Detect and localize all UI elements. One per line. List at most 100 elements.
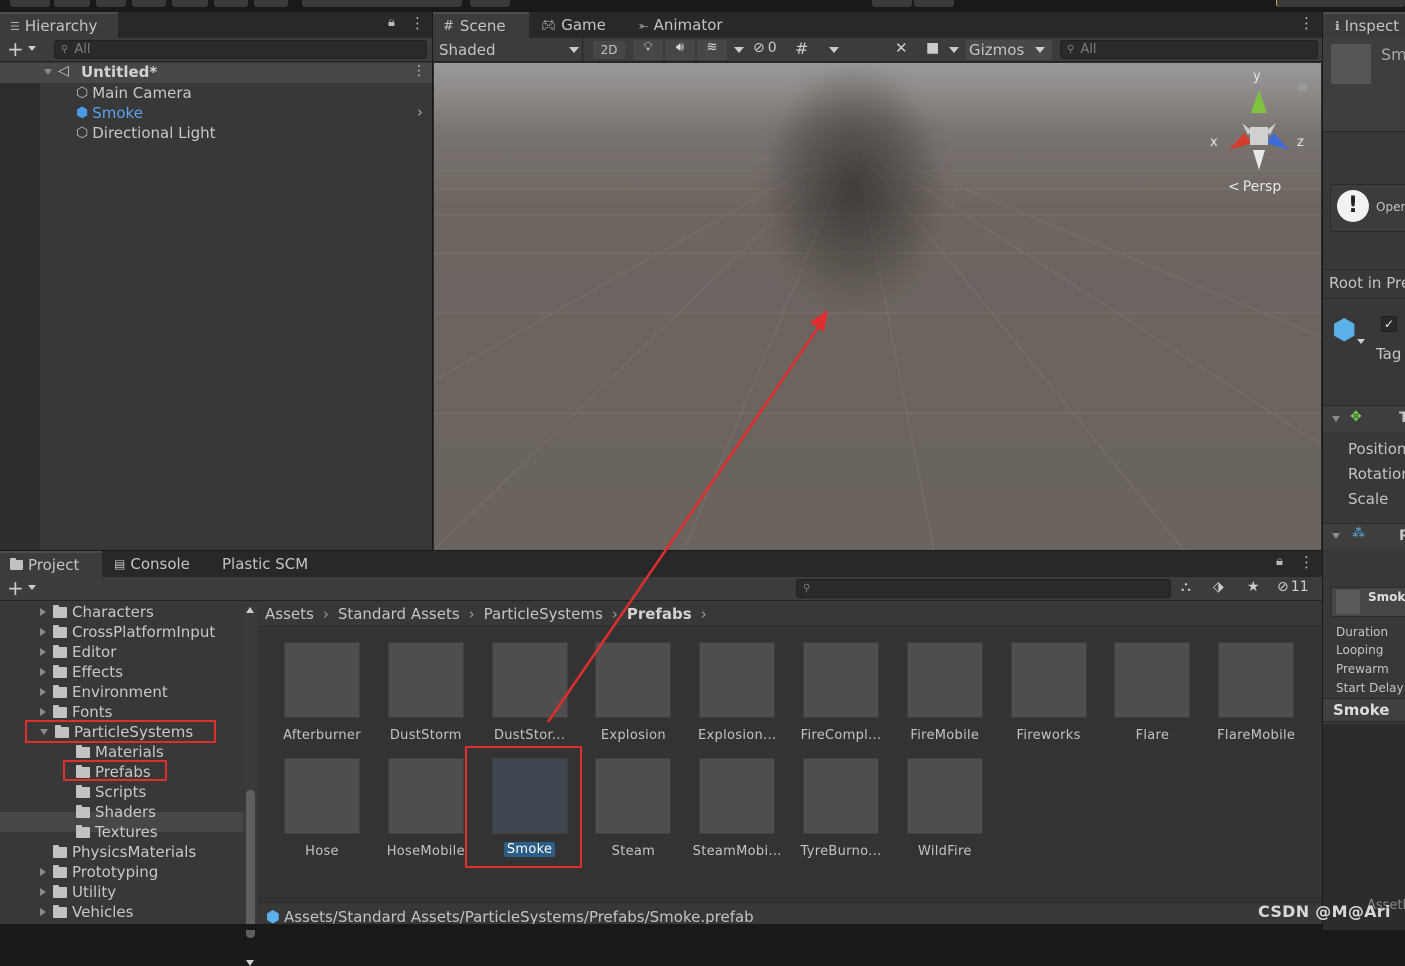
expand-arrow-icon[interactable] [1332, 416, 1340, 422]
tab-hierarchy[interactable]: ☰ Hierarchy [0, 12, 118, 38]
folder-item-prototyping[interactable]: Prototyping [40, 862, 158, 882]
folder-item-scripts[interactable]: Scripts [76, 782, 146, 802]
scrollbar[interactable] [244, 602, 257, 966]
gizmos-dropdown[interactable]: Gizmos [966, 40, 1052, 60]
expand-arrow-icon[interactable] [40, 628, 46, 636]
asset-item-hose[interactable]: Hose [274, 758, 370, 859]
create-icon[interactable]: + [7, 577, 24, 599]
scrollbar-thumb[interactable] [246, 790, 255, 938]
asset-item-duststorm[interactable]: DustStorm [378, 642, 474, 743]
expand-arrow-icon[interactable] [40, 688, 46, 696]
hierarchy-item-directional-light[interactable]: ⬡ Directional Light [76, 123, 216, 143]
shading-mode-dropdown[interactable]: Shaded [433, 38, 583, 61]
projection-toggle[interactable]: < Persp [1228, 179, 1281, 195]
breadcrumb-standard-assets[interactable]: Standard Assets [338, 605, 460, 623]
audio-toggle-icon[interactable]: 🔊︎ [665, 40, 695, 60]
breadcrumb-assets[interactable]: Assets [265, 605, 314, 623]
scroll-up-icon[interactable] [246, 607, 254, 613]
hierarchy-item-main-camera[interactable]: ⬡ Main Camera [76, 83, 192, 103]
folder-item-vehicles[interactable]: Vehicles [40, 902, 133, 922]
camera-icon[interactable]: ■ [926, 40, 939, 56]
breadcrumb-particlesystems[interactable]: ParticleSystems [484, 605, 603, 623]
chevron-down-icon[interactable] [829, 47, 839, 53]
hierarchy-item-smoke[interactable]: ⬢ Smoke [76, 103, 143, 123]
kebab-menu-icon[interactable]: ⋮ [1299, 14, 1314, 32]
scene-menu-icon[interactable]: ⋮ [412, 63, 426, 79]
kebab-menu-icon[interactable]: ⋮ [1299, 553, 1314, 571]
hidden-packages-toggle[interactable]: ⊘ 11 [1277, 579, 1309, 595]
asset-item-explosion[interactable]: Explosion [585, 642, 681, 743]
folder-item-fonts[interactable]: Fonts [40, 702, 112, 722]
asset-item-wildfire[interactable]: WildFire [897, 758, 993, 859]
lock-icon[interactable]: 🔒︎ [388, 15, 395, 30]
scroll-down-icon[interactable] [246, 960, 254, 966]
chevron-right-icon[interactable]: › [417, 103, 423, 121]
asset-item-fireworks[interactable]: Fireworks [1001, 642, 1097, 743]
asset-item-hosemobile[interactable]: HoseMobile [378, 758, 474, 859]
project-search-input[interactable]: ⚲ [796, 579, 1171, 598]
chevron-down-icon[interactable] [28, 46, 36, 51]
search-by-type-icon[interactable]: ⛬ [1181, 579, 1191, 595]
expand-arrow-icon[interactable] [40, 608, 46, 616]
tab-inspector[interactable]: ℹ Inspect [1323, 12, 1405, 38]
grid-snap-icon[interactable]: # [795, 39, 808, 58]
chevron-down-icon[interactable] [734, 47, 744, 53]
asset-item-firecompl[interactable]: FireCompl... [793, 642, 889, 743]
effects-toggle-icon[interactable]: ≋ [697, 40, 727, 60]
tab-console[interactable]: ▤ Console [104, 551, 200, 577]
chevron-down-icon[interactable] [1357, 339, 1365, 344]
scene-row[interactable]: ◁ Untitled* ⋮ [0, 63, 432, 83]
expand-arrow-icon[interactable] [40, 708, 46, 716]
asset-item-firemobile[interactable]: FireMobile [897, 642, 993, 743]
asset-item-steammobi[interactable]: SteamMobi... [689, 758, 785, 859]
asset-item-steam[interactable]: Steam [585, 758, 681, 859]
folder-item-crossplatforminput[interactable]: CrossPlatformInput [40, 622, 215, 642]
asset-item-afterburner[interactable]: Afterburner [274, 642, 370, 743]
hierarchy-search-input[interactable]: ⚲ All [54, 40, 427, 59]
asset-thumbnail [906, 758, 983, 834]
folder-item-environment[interactable]: Environment [40, 682, 168, 702]
folder-item-textures[interactable]: Textures [76, 822, 158, 842]
tab-project[interactable]: Project [0, 551, 102, 577]
folder-item-editor[interactable]: Editor [40, 642, 116, 662]
orientation-gizmo[interactable] [1204, 75, 1314, 175]
expand-arrow-icon[interactable] [40, 668, 46, 676]
expand-arrow-icon[interactable] [40, 648, 46, 656]
chevron-down-icon[interactable] [28, 585, 36, 590]
chevron-down-icon[interactable] [949, 47, 959, 53]
folder-item-utility[interactable]: Utility [40, 882, 116, 902]
breadcrumb-prefabs[interactable]: Prefabs [627, 605, 692, 623]
tab-scene[interactable]: # Scene [433, 12, 529, 38]
lighting-toggle-icon[interactable]: 💡︎ [633, 40, 663, 60]
expand-arrow-icon[interactable] [1332, 533, 1340, 539]
add-icon[interactable]: + [7, 38, 24, 60]
scene-search-input[interactable]: ⚲ All [1060, 40, 1318, 59]
expand-arrow-icon[interactable] [40, 908, 46, 916]
star-icon[interactable]: ★ [1247, 579, 1260, 595]
hidden-objects-toggle[interactable]: ⊘ 0 [753, 40, 777, 56]
warning-icon: ! [1337, 190, 1369, 222]
tag-icon[interactable]: ⬗ [1213, 579, 1224, 595]
asset-item-explosion[interactable]: Explosion... [689, 642, 785, 743]
lock-icon[interactable]: 🔒︎ [1276, 554, 1283, 569]
tab-plastic-scm[interactable]: Plastic SCM [212, 551, 318, 577]
folder-item-shaders[interactable]: Shaders [76, 802, 156, 822]
tools-icon[interactable]: ✕ [895, 39, 908, 57]
tab-animator[interactable]: ⤜ Animator [629, 12, 733, 38]
asset-item-flaremobile[interactable]: FlareMobile [1208, 642, 1304, 743]
toggle-2d-button[interactable]: 2D [593, 41, 625, 59]
asset-item-flare[interactable]: Flare [1104, 642, 1200, 743]
folder-item-materials[interactable]: Materials [76, 742, 164, 762]
scene-viewport[interactable]: y x z < Persp [434, 63, 1321, 550]
expand-arrow-icon[interactable] [40, 888, 46, 896]
active-checkbox[interactable]: ✓ [1381, 316, 1397, 332]
tab-game[interactable]: 🎮︎ Game [531, 12, 616, 38]
folder-item-physicsmaterials[interactable]: PhysicsMaterials [40, 842, 196, 862]
expand-arrow-icon[interactable] [44, 69, 52, 75]
asset-item-duststor[interactable]: DustStor... [482, 642, 578, 743]
folder-item-effects[interactable]: Effects [40, 662, 123, 682]
kebab-menu-icon[interactable]: ⋮ [410, 14, 425, 32]
expand-arrow-icon[interactable] [40, 868, 46, 876]
folder-item-characters[interactable]: Characters [40, 602, 154, 622]
asset-item-tyreburno[interactable]: TyreBurno... [793, 758, 889, 859]
